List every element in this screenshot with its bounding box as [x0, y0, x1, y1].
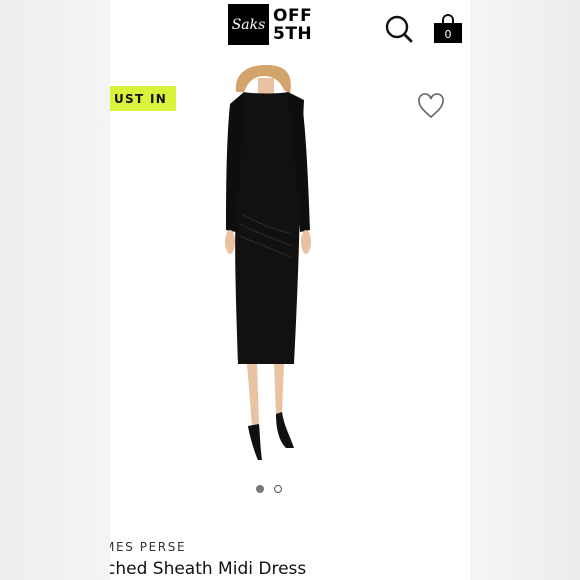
- carousel-dot-1[interactable]: [256, 485, 264, 493]
- heart-outline-icon: [418, 93, 444, 119]
- background-left: [0, 0, 110, 580]
- favorite-button[interactable]: [417, 93, 445, 119]
- bag-count: 0: [444, 28, 452, 41]
- background-right: [470, 0, 580, 580]
- search-button[interactable]: [384, 14, 414, 44]
- image-carousel-dots: [256, 485, 282, 493]
- saks-logo-mark: Saks: [228, 4, 269, 45]
- saks-off-5th-logo[interactable]: Saks OFF 5TH: [228, 4, 312, 45]
- logo-line-2: 5TH: [273, 23, 313, 44]
- phone-screen: Saks OFF 5TH 0 UST IN MES PERSE ched She…: [110, 0, 470, 580]
- carousel-dot-2[interactable]: [274, 485, 282, 493]
- just-in-badge: UST IN: [110, 86, 177, 111]
- product-brand[interactable]: MES PERSE: [110, 540, 186, 554]
- logo-text: OFF 5TH: [273, 7, 312, 43]
- product-title: ched Sheath Midi Dress: [110, 559, 307, 579]
- logo-line-1: OFF: [273, 5, 313, 26]
- search-icon: [385, 15, 413, 43]
- product-image[interactable]: [214, 64, 334, 468]
- shopping-bag-button[interactable]: 0: [432, 14, 464, 44]
